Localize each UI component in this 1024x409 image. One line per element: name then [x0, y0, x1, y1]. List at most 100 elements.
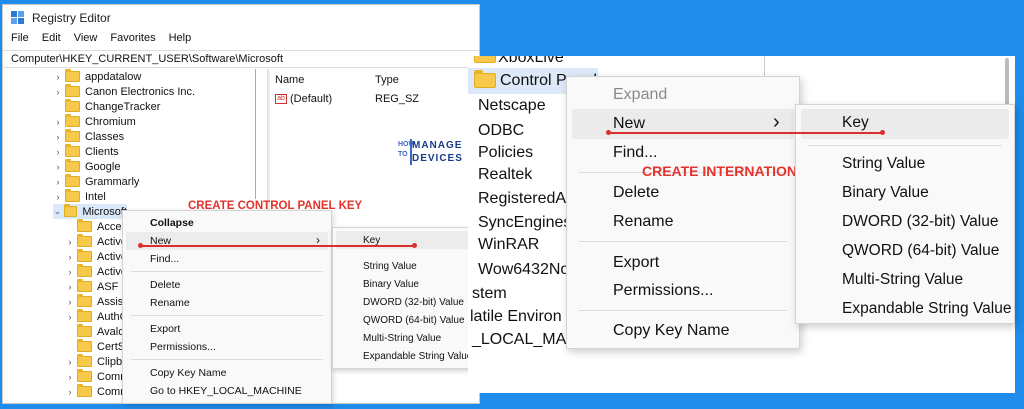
submenu-item-expandable-string-value[interactable]: Expandable String Value — [842, 300, 1011, 318]
submenu-item-binary-value[interactable]: Binary Value — [363, 279, 419, 290]
menu-favorites[interactable]: Favorites — [110, 32, 155, 50]
chevron-down-icon[interactable]: ⌄ — [53, 206, 62, 217]
tree-item-netscape[interactable]: Netscape — [478, 97, 546, 115]
menu-edit[interactable]: Edit — [42, 32, 61, 50]
tree-item-system[interactable]: stem — [472, 285, 507, 303]
tree-item-wow6432node[interactable]: Wow6432No — [478, 261, 569, 279]
chevron-right-icon[interactable]: › — [65, 357, 75, 367]
tree-item-child[interactable]: Acces — [65, 219, 127, 234]
chevron-right-icon[interactable]: › — [53, 117, 63, 127]
tree-item-child[interactable]: › Clipbo — [65, 354, 128, 369]
tree-item-grammarly[interactable]: › Grammarly — [53, 174, 139, 189]
menu-item-new[interactable]: New — [613, 115, 645, 133]
menu-item-export[interactable]: Export — [150, 323, 180, 335]
folder-icon — [77, 249, 92, 262]
menu-item-permissions[interactable]: Permissions... — [613, 282, 713, 300]
tree-item-changetracker[interactable]: ChangeTracker — [53, 99, 160, 114]
tree-item-child[interactable]: › Active — [65, 234, 127, 249]
tree-item-child[interactable]: › ASF S — [65, 279, 129, 294]
menu-item-rename[interactable]: Rename — [150, 297, 190, 309]
chevron-right-icon[interactable]: › — [65, 297, 75, 307]
column-header-type[interactable]: Type — [375, 74, 399, 86]
tree-scrollbar[interactable] — [255, 69, 256, 199]
folder-icon — [474, 70, 496, 88]
chevron-right-icon[interactable]: › — [53, 132, 63, 142]
tree-item-intel[interactable]: › Intel — [53, 189, 106, 204]
menu-item-permissions[interactable]: Permissions... — [150, 341, 216, 353]
submenu-item-qword-value[interactable]: QWORD (64-bit) Value — [842, 242, 999, 260]
chevron-right-icon[interactable]: › — [65, 237, 75, 247]
submenu-item-string-value[interactable]: String Value — [842, 155, 925, 173]
menu-item-collapse[interactable]: Collapse — [150, 217, 194, 229]
tree-item-google[interactable]: › Google — [53, 159, 120, 174]
folder-icon — [65, 114, 80, 127]
tree-item-volatile-environment[interactable]: latile Environ — [470, 308, 562, 326]
tree-item-child[interactable]: CertS — [65, 339, 125, 354]
submenu-item-string-value[interactable]: String Value — [363, 261, 417, 272]
tree-item-child[interactable]: Avalo — [65, 324, 124, 339]
menu-item-rename[interactable]: Rename — [613, 213, 673, 231]
menu-help[interactable]: Help — [169, 32, 192, 50]
chevron-right-icon[interactable]: › — [65, 387, 75, 397]
chevron-right-icon[interactable]: › — [53, 192, 63, 202]
tree-item-clients[interactable]: › Clients — [53, 144, 119, 159]
tree-item-chromium[interactable]: › Chromium — [53, 114, 136, 129]
value-row-default[interactable]: ab (Default) — [275, 93, 332, 105]
submenu-item-qword-value[interactable]: QWORD (64-bit) Value — [363, 315, 465, 326]
column-divider — [764, 56, 765, 76]
tree-item-odbc[interactable]: ODBC — [478, 122, 524, 140]
chevron-right-icon[interactable]: › — [53, 147, 63, 157]
chevron-right-icon[interactable]: › — [65, 312, 75, 322]
tree-item-registereda[interactable]: RegisteredA — [478, 190, 566, 208]
submenu-item-dword-value[interactable]: DWORD (32-bit) Value — [842, 213, 998, 231]
tree-item-classes[interactable]: › Classes — [53, 129, 124, 144]
tree-item-child[interactable]: › Active — [65, 249, 127, 264]
menu-file[interactable]: File — [11, 32, 29, 50]
menu-separator — [579, 241, 787, 242]
chevron-right-icon[interactable]: › — [65, 267, 75, 277]
submenu-item-dword-value[interactable]: DWORD (32-bit) Value — [363, 297, 464, 308]
menu-item-copy-key-name[interactable]: Copy Key Name — [613, 322, 730, 340]
chevron-right-icon[interactable]: › — [65, 252, 75, 262]
new-submenu-small: Key String Value Binary Value DWORD (32-… — [332, 227, 480, 369]
tree-item-xboxlive[interactable]: XboxLive — [498, 56, 564, 67]
menu-item-find[interactable]: Find... — [613, 144, 657, 162]
submenu-item-expandable-string-value[interactable]: Expandable String Value — [363, 351, 472, 362]
chevron-right-icon[interactable]: › — [65, 282, 75, 292]
chevron-right-icon[interactable]: › — [53, 72, 63, 82]
submenu-item-multi-string-value[interactable]: Multi-String Value — [842, 271, 963, 289]
chevron-right-icon[interactable]: › — [65, 372, 75, 382]
menu-item-find[interactable]: Find... — [150, 253, 179, 265]
menu-item-delete[interactable]: Delete — [613, 184, 659, 202]
chevron-right-icon[interactable]: › — [53, 162, 63, 172]
tree-item-realtek[interactable]: Realtek — [478, 166, 532, 184]
tree-item-child[interactable]: › Comm — [65, 369, 129, 384]
tree-item-hklm[interactable]: _LOCAL_MA — [472, 331, 566, 349]
tree-item-syncengines[interactable]: SyncEngines — [478, 214, 571, 232]
tree-item-microsoft[interactable]: ⌄ Microsoft — [53, 204, 127, 219]
submenu-item-key[interactable]: Key — [842, 114, 869, 132]
menu-item-expand[interactable]: Expand — [613, 86, 667, 104]
menu-item-goto-hklm[interactable]: Go to HKEY_LOCAL_MACHINE — [150, 385, 302, 397]
tree-item-child[interactable]: › Assist — [65, 294, 126, 309]
tree-item-policies[interactable]: Policies — [478, 144, 533, 162]
chevron-right-icon[interactable]: › — [53, 87, 63, 97]
menu-view[interactable]: View — [74, 32, 98, 50]
tree-item-canon[interactable]: › Canon Electronics Inc. — [53, 84, 195, 99]
tree-item-winrar[interactable]: WinRAR — [478, 236, 539, 254]
tree-item-appdatalow[interactable]: › appdatalow — [53, 69, 141, 84]
chevron-right-icon[interactable]: › — [53, 177, 63, 187]
folder-icon — [65, 189, 80, 202]
menu-item-copy-key-name[interactable]: Copy Key Name — [150, 367, 226, 379]
tree-item-child[interactable]: › AuthC — [65, 309, 128, 324]
address-bar[interactable]: Computer\HKEY_CURRENT_USER\Software\Micr… — [3, 50, 479, 68]
submenu-item-binary-value[interactable]: Binary Value — [842, 184, 929, 202]
scrollbar-thumb[interactable] — [1005, 58, 1009, 108]
column-header-name[interactable]: Name — [275, 74, 304, 86]
tree-item-child[interactable]: › Active — [65, 264, 127, 279]
menu-item-delete[interactable]: Delete — [150, 279, 180, 291]
menu-item-export[interactable]: Export — [613, 254, 659, 272]
submenu-item-multi-string-value[interactable]: Multi-String Value — [363, 333, 441, 344]
tree-item-child[interactable]: › Comm — [65, 384, 129, 399]
folder-icon — [65, 159, 80, 172]
